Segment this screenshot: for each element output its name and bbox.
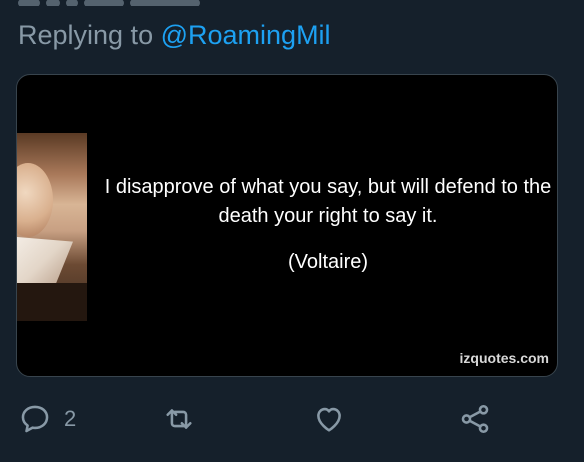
- reply-icon: [21, 405, 49, 433]
- reply-count: 2: [64, 406, 77, 431]
- quote-text: I disapprove of what you say, but will d…: [104, 176, 552, 227]
- previous-tweet-cutoff: [18, 0, 378, 6]
- reply-handle-link[interactable]: @RoamingMil: [161, 20, 331, 50]
- tweet-image[interactable]: I disapprove of what you say, but will d…: [16, 74, 558, 377]
- retweet-icon: [166, 409, 192, 429]
- tweet-actions: 2: [18, 400, 538, 440]
- like-button[interactable]: [312, 400, 346, 438]
- like-icon: [317, 407, 341, 432]
- reply-button[interactable]: 2: [18, 400, 76, 438]
- watermark: izquotes.com: [459, 350, 549, 366]
- replying-to-label: Replying to: [18, 20, 154, 50]
- replying-to: Replying to @RoamingMil: [18, 20, 331, 51]
- share-icon: [461, 404, 489, 434]
- voltaire-portrait: [17, 133, 87, 321]
- share-button[interactable]: [458, 400, 492, 438]
- quote-author: (Voltaire): [287, 251, 369, 273]
- retweet-button[interactable]: [162, 400, 196, 438]
